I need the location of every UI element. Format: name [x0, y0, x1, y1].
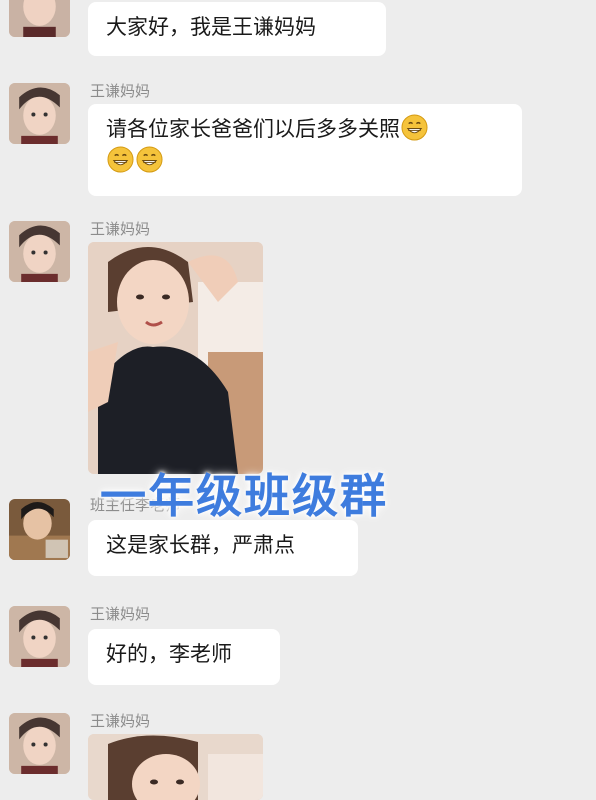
message-text: 请各位家长爸爸们以后多多关照: [106, 117, 400, 141]
avatar[interactable]: [9, 713, 70, 774]
avatar[interactable]: [9, 221, 70, 282]
grinning-face-icon: [107, 146, 134, 173]
avatar[interactable]: [9, 499, 70, 560]
message-bubble[interactable]: 大家好，我是王谦妈妈: [88, 2, 386, 56]
message-bubble[interactable]: 好的，李老师: [88, 629, 280, 685]
sender-name: 王谦妈妈: [90, 605, 151, 623]
sender-name: 王谦妈妈: [90, 712, 151, 730]
message-bubble[interactable]: 这是家长群，严肃点: [88, 520, 358, 576]
avatar[interactable]: [9, 83, 70, 144]
message-bubble[interactable]: 请各位家长爸爸们以后多多关照: [88, 104, 522, 196]
shared-photo[interactable]: [88, 734, 263, 800]
sender-name: 王谦妈妈: [90, 220, 151, 238]
avatar[interactable]: [9, 0, 70, 37]
message-text: 好的，李老师: [106, 642, 232, 666]
sender-name: 王谦妈妈: [90, 82, 151, 100]
overlay-title: 一年级班级群: [100, 469, 388, 523]
message-text: 这是家长群，严肃点: [106, 533, 295, 557]
grinning-face-icon: [136, 146, 163, 173]
grinning-face-icon: [401, 114, 428, 141]
shared-photo[interactable]: [88, 242, 263, 474]
message-text: 大家好，我是王谦妈妈: [106, 15, 316, 39]
avatar[interactable]: [9, 606, 70, 667]
